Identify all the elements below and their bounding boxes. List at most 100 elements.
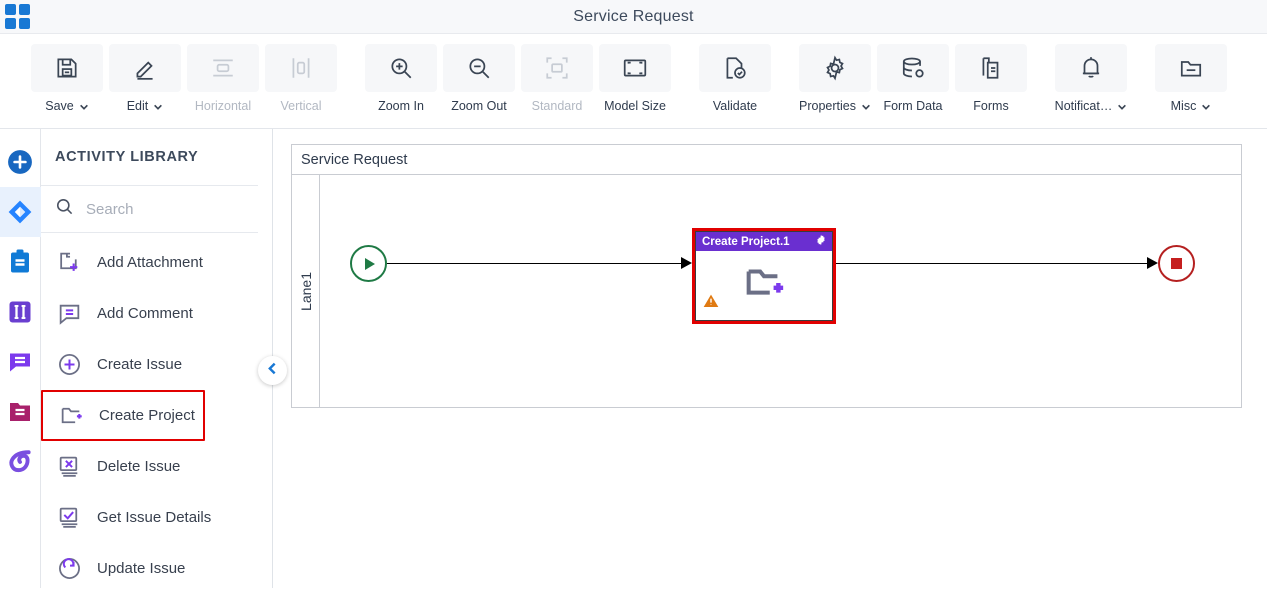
database-icon (877, 44, 949, 92)
list-item-label: Get Issue Details (97, 509, 212, 526)
horizontal-label: Horizontal (194, 99, 252, 113)
list-item-label: Delete Issue (97, 458, 181, 475)
list-item-update-issue[interactable]: Update Issue (41, 543, 272, 594)
chevron-down-icon (861, 101, 871, 111)
notifications-label: Notificat… (1054, 99, 1113, 113)
folder-magenta-icon[interactable] (0, 387, 41, 437)
search-input[interactable]: Search (41, 186, 258, 233)
save-disk-icon (31, 44, 103, 92)
folder-add-icon (57, 403, 85, 428)
properties-button[interactable]: Properties (796, 40, 874, 113)
circle-plus-icon (55, 352, 83, 377)
swirl-icon[interactable] (0, 437, 41, 487)
chevron-down-icon (79, 101, 89, 111)
ribbon-toolbar: Save Edit Horizontal Vertical Zoom In Zo… (0, 34, 1267, 129)
horizontal-layout-icon (187, 44, 259, 92)
activity-library-heading: ACTIVITY LIBRARY (41, 129, 258, 186)
notifications-button[interactable]: Notificat… (1052, 40, 1130, 113)
model-size-button[interactable]: Model Size (596, 40, 674, 113)
jira-diamond-icon[interactable] (0, 187, 41, 237)
page-title: Service Request (573, 7, 694, 25)
task-node-title: Create Project.1 (702, 235, 790, 248)
document-copy-icon (955, 44, 1027, 92)
lane-body: Create Project.1 (320, 175, 1241, 407)
bell-icon (1055, 44, 1127, 92)
validate-button[interactable]: Validate (696, 40, 774, 113)
chevron-down-icon (153, 101, 163, 111)
pencil-icon (109, 44, 181, 92)
task-node-header: Create Project.1 (696, 232, 832, 251)
save-label: Save (45, 99, 74, 113)
monitor-check-icon (55, 505, 83, 530)
task-node-body (696, 251, 832, 320)
misc-label: Misc (1170, 99, 1197, 113)
standard-size-icon (521, 44, 593, 92)
chevron-down-icon (1117, 101, 1127, 111)
vertical-layout-icon (265, 44, 337, 92)
flow-arrowhead-1 (681, 257, 692, 269)
vertical-layout-button: Vertical (262, 40, 340, 113)
flow-arrowhead-2 (1147, 257, 1158, 269)
folder-misc-icon (1155, 44, 1227, 92)
start-event[interactable] (350, 245, 387, 282)
properties-label: Properties (799, 99, 856, 113)
clipboard-icon[interactable] (0, 237, 41, 287)
zoom-out-icon (443, 44, 515, 92)
list-item-label: Add Attachment (97, 254, 203, 271)
list-item-label: Update Issue (97, 560, 186, 577)
form-data-button[interactable]: Form Data (874, 40, 952, 113)
misc-button[interactable]: Misc (1152, 40, 1230, 113)
list-item-create-issue[interactable]: Create Issue (41, 339, 272, 390)
forms-label: Forms (973, 99, 1009, 113)
monitor-x-icon (55, 454, 83, 479)
form-data-label: Form Data (883, 99, 943, 113)
comment-icon[interactable] (0, 337, 41, 387)
gear-icon (799, 44, 871, 92)
lane-label: Lane1 (292, 175, 320, 407)
comment-add-icon (55, 301, 83, 326)
left-icon-rail (0, 129, 41, 588)
zoom-in-button[interactable]: Zoom In (362, 40, 440, 113)
columns-icon[interactable] (0, 287, 41, 337)
gear-icon[interactable] (815, 234, 827, 249)
save-button[interactable]: Save (28, 40, 106, 113)
activity-library-panel: ACTIVITY LIBRARY Search Add Attachment A… (41, 129, 273, 588)
forms-button[interactable]: Forms (952, 40, 1030, 113)
end-event[interactable] (1158, 245, 1195, 282)
stop-square-icon (1171, 258, 1182, 269)
zoom-in-label: Zoom In (378, 99, 424, 113)
task-node-create-project[interactable]: Create Project.1 (692, 228, 836, 324)
list-item-delete-issue[interactable]: Delete Issue (41, 441, 272, 492)
edit-button[interactable]: Edit (106, 40, 184, 113)
flow-connector-1[interactable] (387, 263, 681, 264)
standard-size-button: Standard (518, 40, 596, 113)
pool-body: Lane1 Create Project.1 (292, 175, 1241, 407)
zoom-out-button[interactable]: Zoom Out (440, 40, 518, 113)
play-icon (365, 257, 375, 270)
grid-apps-icon[interactable] (0, 0, 34, 34)
list-item-label: Create Project (99, 407, 195, 424)
attachment-add-icon (55, 250, 83, 275)
list-item-add-comment[interactable]: Add Comment (41, 288, 272, 339)
pool-title: Service Request (292, 145, 1241, 175)
search-icon (55, 197, 74, 221)
activity-list: Add Attachment Add Comment Create Issue … (41, 233, 272, 594)
horizontal-layout-button: Horizontal (184, 40, 262, 113)
validate-label: Validate (712, 99, 758, 113)
add-new-icon[interactable] (0, 137, 41, 187)
list-item-create-project[interactable]: Create Project (41, 390, 205, 441)
zoom-in-icon (365, 44, 437, 92)
process-pool: Service Request Lane1 Create Project.1 (291, 144, 1242, 408)
chevron-left-icon (266, 362, 279, 380)
flow-connector-2[interactable] (836, 263, 1147, 264)
folder-add-icon (741, 260, 787, 311)
chevron-down-icon (1201, 101, 1211, 111)
list-item-add-attachment[interactable]: Add Attachment (41, 237, 272, 288)
vertical-label: Vertical (280, 99, 322, 113)
model-size-icon (599, 44, 671, 92)
collapse-panel-button[interactable] (258, 356, 287, 385)
zoom-out-label: Zoom Out (451, 99, 507, 113)
standard-label: Standard (531, 99, 583, 113)
diagram-canvas[interactable]: Service Request Lane1 Create Project.1 (274, 129, 1267, 588)
list-item-get-issue-details[interactable]: Get Issue Details (41, 492, 272, 543)
